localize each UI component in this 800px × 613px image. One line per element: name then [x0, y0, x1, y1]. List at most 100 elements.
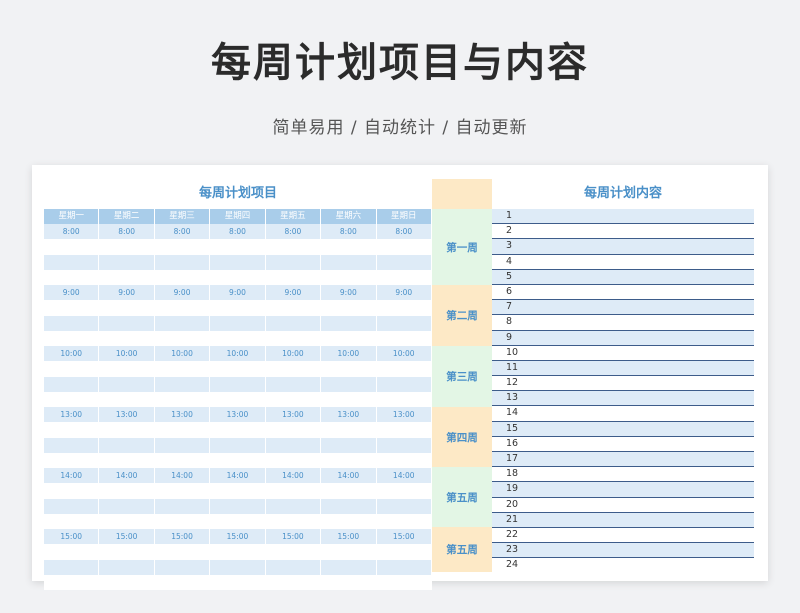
time-cell[interactable]: 14:00 — [99, 468, 155, 484]
schedule-cell[interactable] — [154, 559, 211, 575]
content-row[interactable]: 23 — [492, 543, 754, 559]
content-row[interactable]: 8 — [492, 315, 754, 331]
schedule-cell[interactable] — [265, 391, 322, 407]
schedule-cell[interactable] — [321, 361, 377, 377]
schedule-cell[interactable] — [154, 513, 211, 529]
schedule-cell[interactable] — [321, 452, 377, 468]
schedule-cell[interactable] — [99, 300, 155, 316]
schedule-cell[interactable] — [99, 498, 155, 514]
content-row[interactable]: 24 — [492, 558, 754, 574]
schedule-cell[interactable] — [265, 330, 322, 346]
schedule-cell[interactable] — [265, 315, 322, 331]
content-row[interactable]: 12 — [492, 376, 754, 392]
schedule-cell[interactable] — [99, 269, 155, 285]
schedule-cell[interactable] — [376, 437, 432, 453]
schedule-cell[interactable] — [44, 315, 100, 331]
schedule-cell[interactable] — [265, 422, 322, 438]
schedule-cell[interactable] — [154, 422, 211, 438]
time-cell[interactable]: 8:00 — [99, 224, 155, 240]
content-row[interactable]: 16 — [492, 436, 754, 452]
schedule-cell[interactable] — [44, 330, 100, 346]
time-cell[interactable]: 10:00 — [99, 346, 155, 362]
schedule-cell[interactable] — [210, 300, 266, 316]
schedule-cell[interactable] — [154, 452, 211, 468]
time-cell[interactable]: 13:00 — [321, 407, 377, 423]
schedule-cell[interactable] — [376, 452, 432, 468]
time-cell[interactable]: 13:00 — [99, 407, 155, 423]
schedule-cell[interactable] — [321, 437, 377, 453]
schedule-cell[interactable] — [321, 254, 377, 270]
schedule-cell[interactable] — [265, 361, 322, 377]
time-cell[interactable]: 10:00 — [44, 346, 100, 362]
schedule-cell[interactable] — [99, 574, 155, 590]
time-cell[interactable]: 8:00 — [210, 224, 266, 240]
schedule-cell[interactable] — [44, 239, 100, 255]
schedule-cell[interactable] — [44, 498, 100, 514]
schedule-cell[interactable] — [210, 513, 266, 529]
schedule-cell[interactable] — [44, 483, 100, 499]
schedule-cell[interactable] — [265, 254, 322, 270]
schedule-cell[interactable] — [265, 437, 322, 453]
schedule-cell[interactable] — [99, 513, 155, 529]
schedule-cell[interactable] — [154, 330, 211, 346]
time-cell[interactable]: 14:00 — [154, 468, 211, 484]
schedule-cell[interactable] — [210, 391, 266, 407]
time-cell[interactable]: 15:00 — [321, 529, 377, 545]
schedule-cell[interactable] — [376, 269, 432, 285]
schedule-cell[interactable] — [321, 330, 377, 346]
time-cell[interactable]: 15:00 — [210, 529, 266, 545]
time-cell[interactable]: 15:00 — [376, 529, 432, 545]
schedule-cell[interactable] — [321, 498, 377, 514]
content-row[interactable]: 17 — [492, 452, 754, 468]
schedule-cell[interactable] — [321, 559, 377, 575]
schedule-cell[interactable] — [210, 239, 266, 255]
schedule-cell[interactable] — [321, 544, 377, 560]
schedule-cell[interactable] — [44, 300, 100, 316]
time-cell[interactable]: 15:00 — [265, 529, 322, 545]
schedule-cell[interactable] — [376, 239, 432, 255]
content-row[interactable]: 1 — [492, 209, 754, 225]
schedule-cell[interactable] — [99, 254, 155, 270]
time-cell[interactable]: 9:00 — [265, 285, 322, 301]
schedule-cell[interactable] — [99, 483, 155, 499]
content-row[interactable]: 2 — [492, 224, 754, 240]
schedule-cell[interactable] — [376, 254, 432, 270]
schedule-cell[interactable] — [44, 452, 100, 468]
time-cell[interactable]: 13:00 — [154, 407, 211, 423]
schedule-cell[interactable] — [265, 300, 322, 316]
schedule-cell[interactable] — [376, 391, 432, 407]
time-cell[interactable]: 10:00 — [321, 346, 377, 362]
schedule-cell[interactable] — [99, 376, 155, 392]
schedule-cell[interactable] — [99, 330, 155, 346]
schedule-cell[interactable] — [44, 269, 100, 285]
schedule-cell[interactable] — [321, 574, 377, 590]
schedule-cell[interactable] — [376, 544, 432, 560]
content-row[interactable]: 4 — [492, 254, 754, 270]
time-cell[interactable]: 9:00 — [154, 285, 211, 301]
time-cell[interactable]: 8:00 — [376, 224, 432, 240]
content-row[interactable]: 5 — [492, 269, 754, 285]
content-row[interactable]: 13 — [492, 391, 754, 407]
schedule-cell[interactable] — [44, 437, 100, 453]
time-cell[interactable]: 8:00 — [154, 224, 211, 240]
content-row[interactable]: 14 — [492, 406, 754, 422]
schedule-cell[interactable] — [99, 437, 155, 453]
content-row[interactable]: 10 — [492, 345, 754, 361]
schedule-cell[interactable] — [44, 544, 100, 560]
schedule-cell[interactable] — [321, 483, 377, 499]
time-cell[interactable]: 9:00 — [99, 285, 155, 301]
schedule-cell[interactable] — [376, 513, 432, 529]
time-cell[interactable]: 9:00 — [210, 285, 266, 301]
content-row[interactable]: 21 — [492, 512, 754, 528]
schedule-cell[interactable] — [210, 315, 266, 331]
schedule-cell[interactable] — [265, 376, 322, 392]
time-cell[interactable]: 10:00 — [265, 346, 322, 362]
schedule-cell[interactable] — [44, 376, 100, 392]
schedule-cell[interactable] — [321, 315, 377, 331]
time-cell[interactable]: 13:00 — [265, 407, 322, 423]
schedule-cell[interactable] — [210, 574, 266, 590]
schedule-cell[interactable] — [154, 315, 211, 331]
schedule-cell[interactable] — [44, 559, 100, 575]
schedule-cell[interactable] — [265, 559, 322, 575]
schedule-cell[interactable] — [210, 559, 266, 575]
